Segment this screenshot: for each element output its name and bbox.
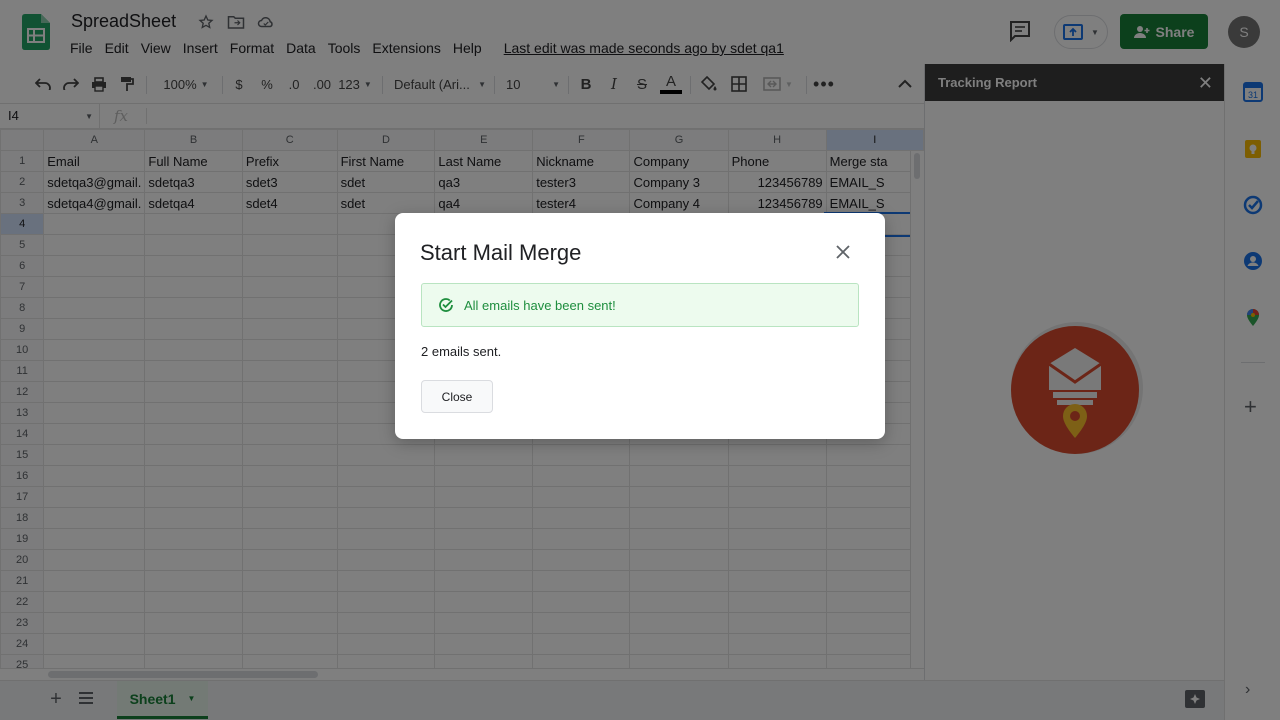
dialog-title: Start Mail Merge [420,240,582,265]
check-circle-icon [439,298,453,312]
alert-text: All emails have been sent! [464,297,616,313]
close-button[interactable]: Close [421,380,493,413]
success-alert: All emails have been sent! [421,283,859,327]
close-icon[interactable] [832,241,854,263]
emails-sent-message: 2 emails sent. [421,344,502,359]
start-mail-merge-dialog: Start Mail Merge All emails have been se… [395,213,885,439]
